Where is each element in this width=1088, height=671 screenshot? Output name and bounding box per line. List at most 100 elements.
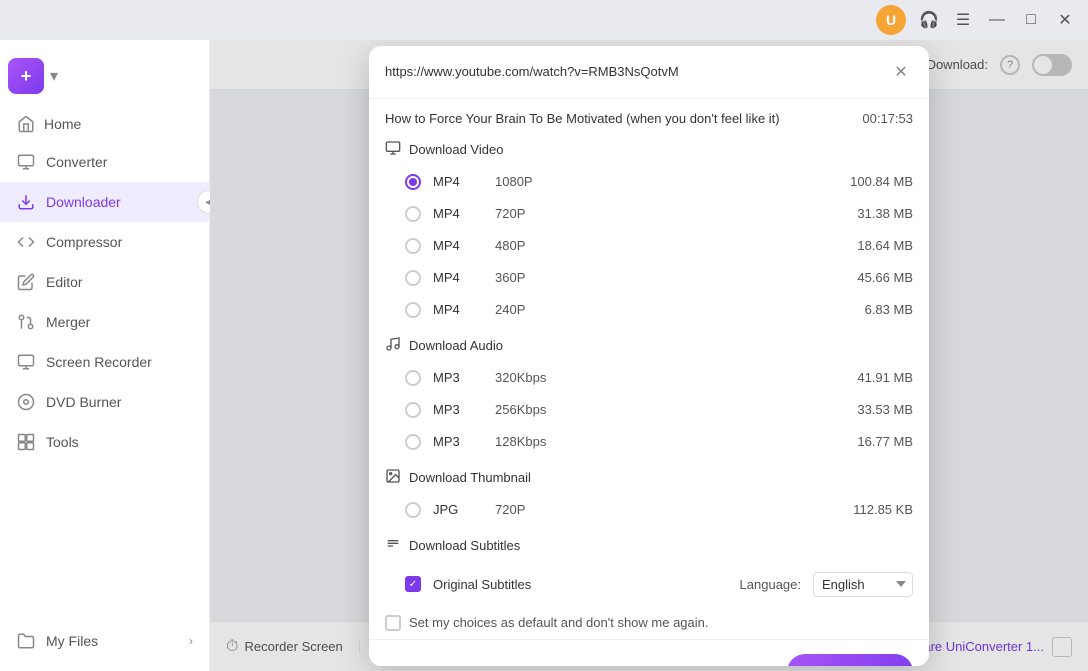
format-size-2: 31.38 MB bbox=[833, 206, 913, 221]
format-quality-2: 720P bbox=[495, 206, 821, 221]
sidebar-item-compressor[interactable]: Compressor bbox=[0, 222, 209, 262]
sidebar-item-merger[interactable]: Merger bbox=[0, 302, 209, 342]
format-size-a3: 16.77 MB bbox=[833, 434, 913, 449]
original-subtitles-checkbox[interactable]: ✓ bbox=[405, 576, 421, 592]
radio-mp3-256[interactable] bbox=[405, 402, 421, 418]
format-name-a3: MP3 bbox=[433, 434, 483, 449]
video-title: How to Force Your Brain To Be Motivated … bbox=[385, 111, 862, 126]
maximize-button[interactable]: □ bbox=[1016, 5, 1046, 35]
format-row-mp3-128[interactable]: MP3 128Kbps 16.77 MB bbox=[369, 426, 929, 458]
language-label: Language: bbox=[740, 577, 801, 592]
format-row-mp4-240[interactable]: MP4 240P 6.83 MB bbox=[369, 294, 929, 326]
thumbnail-section-icon bbox=[385, 468, 401, 488]
language-select[interactable]: English Spanish French German Chinese Ja… bbox=[813, 572, 913, 597]
format-row-mp4-480[interactable]: MP4 480P 18.64 MB bbox=[369, 230, 929, 262]
sidebar-item-screen-recorder[interactable]: Screen Recorder bbox=[0, 342, 209, 382]
format-size-a2: 33.53 MB bbox=[833, 402, 913, 417]
radio-mp4-720[interactable] bbox=[405, 206, 421, 222]
home-label: Home bbox=[44, 116, 81, 132]
format-size-5: 6.83 MB bbox=[833, 302, 913, 317]
my-files-icon bbox=[16, 631, 36, 651]
dvd-burner-label: DVD Burner bbox=[46, 394, 121, 410]
format-row-mp4-360[interactable]: MP4 360P 45.66 MB bbox=[369, 262, 929, 294]
sidebar-item-dvd-burner[interactable]: DVD Burner bbox=[0, 382, 209, 422]
download-audio-label: Download Audio bbox=[409, 338, 503, 353]
default-label: Set my choices as default and don't show… bbox=[409, 615, 709, 630]
original-subtitles-label: Original Subtitles bbox=[433, 577, 728, 592]
menu-button[interactable]: ☰ bbox=[948, 5, 978, 35]
headset-button[interactable]: 🎧 bbox=[914, 5, 944, 35]
format-name-5: MP4 bbox=[433, 302, 483, 317]
my-files-label: My Files bbox=[46, 633, 98, 649]
modal-footer: Download bbox=[369, 639, 929, 666]
default-row: Set my choices as default and don't show… bbox=[369, 607, 929, 639]
modal-url-bar: https://www.youtube.com/watch?v=RMB3NsQo… bbox=[369, 46, 929, 99]
video-duration: 00:17:53 bbox=[862, 111, 913, 126]
sidebar: + ▾ Home Converter bbox=[0, 40, 210, 671]
format-row-jpg-720[interactable]: JPG 720P 112.85 KB bbox=[369, 494, 929, 526]
editor-icon bbox=[16, 272, 36, 292]
screen-recorder-label: Screen Recorder bbox=[46, 354, 152, 370]
format-row-mp3-256[interactable]: MP3 256Kbps 33.53 MB bbox=[369, 394, 929, 426]
downloader-label: Downloader bbox=[46, 194, 121, 210]
sidebar-item-home[interactable]: Home bbox=[0, 106, 209, 142]
download-subtitles-label: Download Subtitles bbox=[409, 538, 520, 553]
radio-jpg-720[interactable] bbox=[405, 502, 421, 518]
modal-close-button[interactable]: ✕ bbox=[889, 60, 913, 84]
download-subtitles-header: Download Subtitles bbox=[369, 526, 929, 562]
format-quality-a2: 256Kbps bbox=[495, 402, 821, 417]
download-audio-header: Download Audio bbox=[369, 326, 929, 362]
format-size-4: 45.66 MB bbox=[833, 270, 913, 285]
format-row-mp4-720[interactable]: MP4 720P 31.38 MB bbox=[369, 198, 929, 230]
sidebar-bottom: My Files › bbox=[0, 621, 209, 661]
format-quality-3: 480P bbox=[495, 238, 821, 253]
tools-label: Tools bbox=[46, 434, 79, 450]
sidebar-item-my-files[interactable]: My Files › bbox=[0, 621, 209, 661]
format-quality-4: 360P bbox=[495, 270, 821, 285]
subtitles-options-row: ✓ Original Subtitles Language: English S… bbox=[369, 562, 929, 607]
video-title-row: How to Force Your Brain To Be Motivated … bbox=[369, 99, 929, 130]
radio-mp4-1080[interactable] bbox=[405, 174, 421, 190]
radio-mp3-128[interactable] bbox=[405, 434, 421, 450]
sidebar-item-tools[interactable]: Tools bbox=[0, 422, 209, 462]
minimize-button[interactable]: — bbox=[982, 5, 1012, 35]
format-name-1: MP4 bbox=[433, 174, 483, 189]
radio-mp4-240[interactable] bbox=[405, 302, 421, 318]
default-checkbox[interactable] bbox=[385, 615, 401, 631]
merger-icon bbox=[16, 312, 36, 332]
screen-recorder-icon bbox=[16, 352, 36, 372]
titlebar-controls: U 🎧 ☰ — □ ✕ bbox=[876, 5, 1080, 35]
close-button[interactable]: ✕ bbox=[1050, 5, 1080, 35]
format-name-a2: MP3 bbox=[433, 402, 483, 417]
download-video-label: Download Video bbox=[409, 142, 503, 157]
user-avatar[interactable]: U bbox=[876, 5, 906, 35]
sidebar-item-editor[interactable]: Editor bbox=[0, 262, 209, 302]
format-size-3: 18.64 MB bbox=[833, 238, 913, 253]
download-thumbnail-header: Download Thumbnail bbox=[369, 458, 929, 494]
download-modal: https://www.youtube.com/watch?v=RMB3NsQo… bbox=[369, 46, 929, 666]
sidebar-item-converter[interactable]: Converter bbox=[0, 142, 209, 182]
converter-label: Converter bbox=[46, 154, 107, 170]
sidebar-item-downloader[interactable]: Downloader ◀ bbox=[0, 182, 209, 222]
home-icon bbox=[16, 114, 36, 134]
editor-label: Editor bbox=[46, 274, 83, 290]
format-row-mp3-320[interactable]: MP3 320Kbps 41.91 MB bbox=[369, 362, 929, 394]
compressor-icon bbox=[16, 232, 36, 252]
download-video-header: Download Video bbox=[369, 130, 929, 166]
converter-icon bbox=[16, 152, 36, 172]
format-name-4: MP4 bbox=[433, 270, 483, 285]
my-files-arrow: › bbox=[189, 634, 193, 648]
radio-mp4-480[interactable] bbox=[405, 238, 421, 254]
brand-dropdown-icon[interactable]: ▾ bbox=[50, 66, 58, 86]
format-row-mp4-1080[interactable]: MP4 1080P 100.84 MB bbox=[369, 166, 929, 198]
format-name-a1: MP3 bbox=[433, 370, 483, 385]
format-quality-a3: 128Kbps bbox=[495, 434, 821, 449]
radio-mp3-320[interactable] bbox=[405, 370, 421, 386]
format-quality-5: 240P bbox=[495, 302, 821, 317]
format-size-1: 100.84 MB bbox=[833, 174, 913, 189]
video-section-icon bbox=[385, 140, 401, 160]
radio-mp4-360[interactable] bbox=[405, 270, 421, 286]
download-button[interactable]: Download bbox=[787, 654, 913, 666]
app-container: + ▾ Home Converter bbox=[0, 40, 1088, 671]
subtitles-section-icon bbox=[385, 536, 401, 556]
